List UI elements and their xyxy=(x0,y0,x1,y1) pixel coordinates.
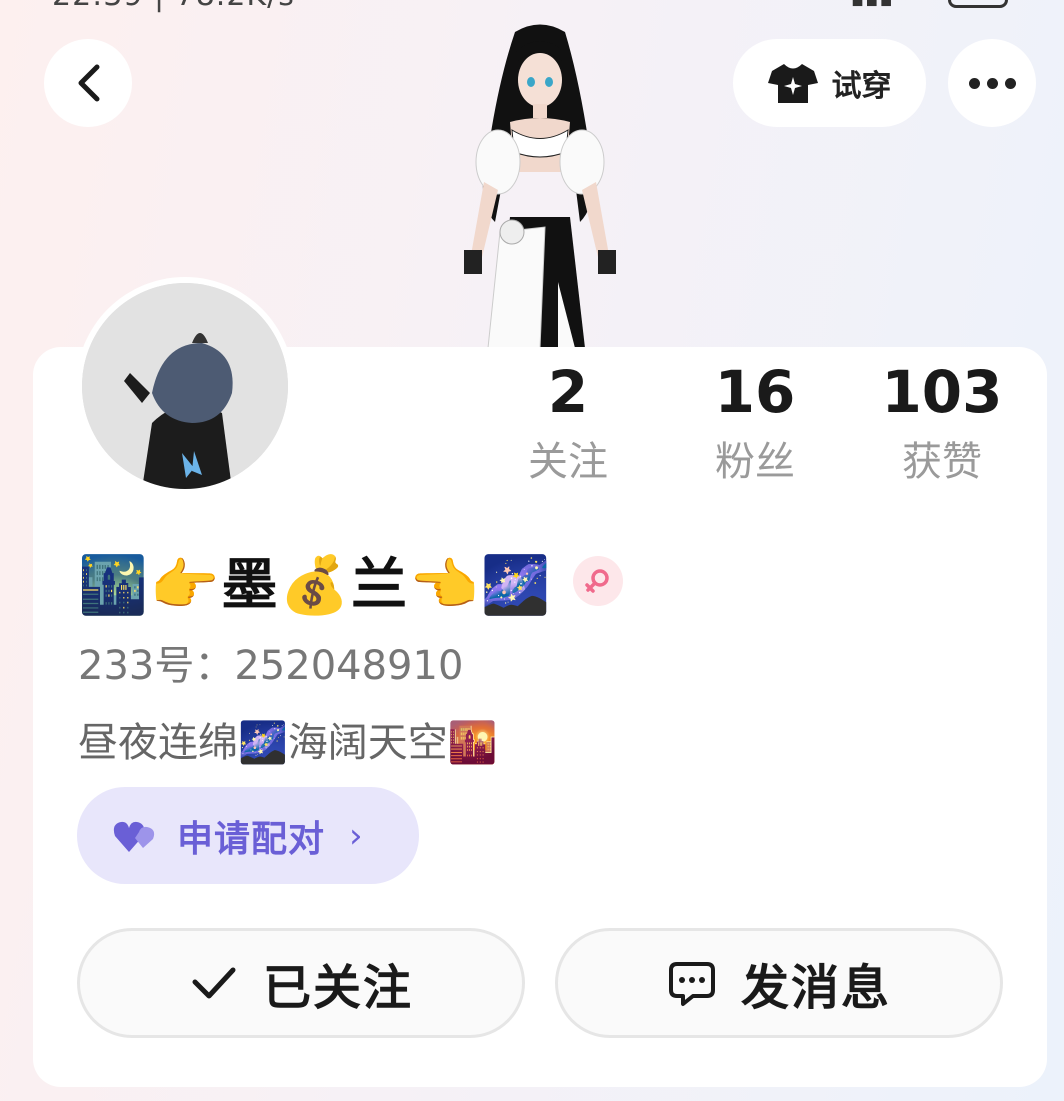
stat-followers[interactable]: 16 粉丝 xyxy=(680,360,830,500)
back-button[interactable] xyxy=(44,39,132,127)
try-on-label: 试穿 xyxy=(831,69,892,104)
send-message-button[interactable]: 发消息 xyxy=(555,928,1003,1038)
apply-pairing-button[interactable]: 申请配对 › xyxy=(77,787,419,884)
more-options-button[interactable] xyxy=(948,39,1036,127)
followed-button[interactable]: 已关注 xyxy=(77,928,525,1038)
more-dot-icon xyxy=(1004,77,1016,89)
try-on-button[interactable]: 试穿 xyxy=(733,39,926,127)
chat-bubble-icon xyxy=(668,962,715,1006)
status-bar: 22:39 | 78.2K/s ▮▮▮ ◠ xyxy=(0,0,1064,14)
username-row: 🌃👉墨💰兰👈🌌 xyxy=(78,540,623,621)
followers-label: 粉丝 xyxy=(715,439,795,485)
avatar-frame[interactable] xyxy=(76,277,294,495)
username: 🌃👉墨💰兰👈🌌 xyxy=(78,553,553,618)
avatar xyxy=(82,283,288,489)
stat-following[interactable]: 2 关注 xyxy=(493,360,643,500)
battery-icon xyxy=(948,0,1008,8)
chevron-right-icon: › xyxy=(349,815,363,856)
stat-likes[interactable]: 103 获赞 xyxy=(867,360,1017,500)
likes-label: 获赞 xyxy=(902,439,982,485)
double-heart-icon xyxy=(113,821,155,852)
tshirt-icon xyxy=(767,64,818,103)
status-time: 22:39 | 78.2K/s xyxy=(52,0,295,13)
user-id: 233号：252048910 xyxy=(78,643,464,689)
followed-label: 已关注 xyxy=(262,960,413,1016)
following-label: 关注 xyxy=(528,439,608,485)
checkmark-icon xyxy=(192,967,236,999)
apply-pairing-label: 申请配对 xyxy=(177,818,326,860)
character-avatar-3d[interactable] xyxy=(440,22,640,348)
send-message-label: 发消息 xyxy=(740,960,891,1016)
more-dot-icon xyxy=(968,77,980,89)
likes-count: 103 xyxy=(881,358,1003,426)
more-dot-icon xyxy=(986,77,998,89)
chevron-left-icon xyxy=(78,64,100,102)
following-count: 2 xyxy=(547,358,589,426)
female-gender-icon xyxy=(572,555,623,606)
signal-icon: ▮▮▮ xyxy=(850,0,893,10)
bio: 昼夜连绵🌌海阔天空🌇 xyxy=(78,720,498,766)
status-icons: ▮▮▮ ◠ xyxy=(850,0,1008,10)
wifi-icon: ◠ xyxy=(909,0,932,10)
followers-count: 16 xyxy=(714,358,796,426)
